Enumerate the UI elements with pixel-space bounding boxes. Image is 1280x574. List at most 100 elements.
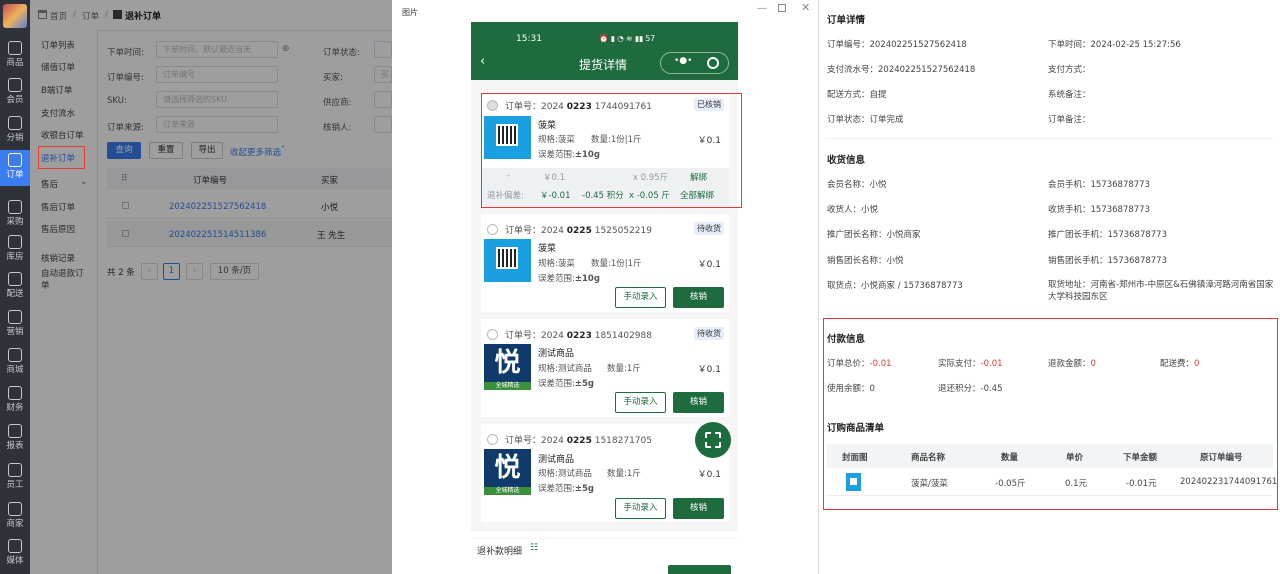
app-logo[interactable] [3, 4, 27, 28]
highlight-refund-menu [38, 146, 85, 169]
status-badge: 待收货 [694, 327, 724, 340]
marketing-icon [8, 310, 22, 324]
scan-button[interactable] [695, 422, 731, 458]
member-icon [8, 78, 22, 92]
pay-method-field: 支付方式： [1048, 65, 1091, 75]
distribution-icon [8, 116, 22, 130]
product-name: 菠菜 [538, 244, 557, 254]
target-icon[interactable] [707, 57, 719, 69]
pickup-card[interactable]: 订单号：2024 0225 1525052219 待收货 菠菜 规格:菠菜 数量… [481, 214, 729, 312]
product-image-text: 悦 [494, 348, 521, 378]
pickup-card[interactable]: 订单号：2024 0225 1518271705 悦全城精选 测试商品 规格:测… [481, 424, 729, 522]
member-phone-field: 会员手机：15736878773 [1048, 180, 1150, 190]
manual-entry-button[interactable]: 手动录入 [615, 392, 666, 413]
delivery-icon [8, 272, 22, 286]
nav-item-reports[interactable]: 报表 [0, 421, 30, 457]
nav-label: 媒体 [6, 556, 24, 566]
order-note-field: 订单备注： [1048, 115, 1091, 125]
nav-item-media[interactable]: 媒体 [0, 536, 30, 572]
promo-name-field: 推广团长名称：小悦商家 [827, 230, 921, 240]
nav-item-orders[interactable]: 订单 [0, 150, 30, 186]
sales-phone-field: 销售团长手机：15736878773 [1048, 256, 1167, 266]
nav-item-delivery[interactable]: 配送 [0, 269, 30, 305]
close-icon[interactable]: ✕ [801, 1, 810, 14]
product-name: 测试商品 [538, 349, 575, 359]
nav-item-distribution[interactable]: 分销 [0, 113, 30, 149]
nav-label: 库房 [6, 252, 24, 262]
pay-flow-field: 支付流水号：202402251527562418 [827, 65, 976, 75]
select-radio[interactable] [487, 224, 498, 235]
nav-label: 分销 [6, 133, 24, 143]
more-icon[interactable]: •●• [674, 56, 692, 66]
minimize-icon[interactable]: — [757, 3, 767, 14]
status-icons: ⏰ ▮ ◔ ≋ ▮▮ 57 [599, 34, 656, 43]
verify-button[interactable]: 核销 [673, 287, 724, 308]
range-label: 误差范围:±10g [538, 274, 600, 284]
order-time-field: 下单时间：2024-02-25 15:27:56 [1048, 40, 1181, 50]
status-badge: 待收货 [694, 222, 724, 235]
nav-item-merchant[interactable]: 商家 [0, 499, 30, 535]
product-image-strip: 全城精选 [484, 382, 531, 390]
product-image: 悦全城精选 [484, 449, 531, 495]
nav-label: 营销 [6, 327, 24, 337]
product-spec: 规格:测试商品 [538, 364, 592, 374]
section-receive-info: 收货信息 [827, 155, 866, 166]
highlight-payment-section [823, 318, 1278, 510]
product-price: ￥0.1 [697, 470, 721, 480]
nav-label: 商城 [6, 365, 24, 375]
product-image-strip: 全城精选 [484, 487, 531, 495]
scan-icon [705, 432, 721, 448]
staff-icon [8, 463, 22, 477]
verify-button[interactable]: 核销 [673, 498, 724, 519]
order-status-field: 订单状态：订单完成 [827, 115, 904, 125]
nav-item-member[interactable]: 会员 [0, 75, 30, 111]
product-spec: 规格:菠菜 [538, 259, 575, 269]
product-price: ￥0.1 [697, 260, 721, 270]
phone-title: 提货详情 [579, 58, 628, 72]
range-label: 误差范围:±5g [538, 379, 594, 389]
delivery-field: 配送方式：自提 [827, 90, 887, 100]
capsule-menu[interactable]: •●• [660, 52, 729, 74]
nav-item-mall[interactable]: 商城 [0, 345, 30, 381]
product-price: ￥0.1 [697, 365, 721, 375]
refund-detail-label[interactable]: 退补款明细 [477, 544, 522, 557]
sys-note-field: 系统备注： [1048, 90, 1091, 100]
manual-entry-button[interactable]: 手动录入 [615, 498, 666, 519]
nav-item-warehouse[interactable]: 库房 [0, 232, 30, 268]
nav-item-staff[interactable]: 员工 [0, 460, 30, 496]
list-icon: ☷ [530, 543, 539, 553]
reports-icon [8, 424, 22, 438]
select-radio[interactable] [487, 329, 498, 340]
pickup-card[interactable]: 订单号：2024 0223 1851402988 待收货 悦全城精选 测试商品 … [481, 319, 729, 417]
nav-label: 配送 [6, 289, 24, 299]
receiver-field: 收货人：小悦 [827, 205, 879, 215]
product-image-text: 悦 [494, 453, 521, 483]
bottom-action-button[interactable] [668, 565, 731, 574]
product-image [484, 239, 531, 282]
manual-entry-button[interactable]: 手动录入 [615, 287, 666, 308]
merchant-icon [8, 502, 22, 516]
purchase-icon [8, 200, 22, 214]
product-qty: 数量:1斤 [607, 469, 641, 479]
pickup-point-field: 取货点：小悦商家 / 15736878773 [827, 281, 963, 291]
product-qty: 数量:1份|1斤 [591, 259, 642, 269]
nav-item-marketing[interactable]: 营销 [0, 307, 30, 343]
modal-backdrop[interactable] [30, 0, 392, 574]
maximize-icon[interactable] [778, 4, 786, 12]
nav-label: 订单 [6, 170, 24, 180]
nav-label: 员工 [6, 480, 24, 490]
nav-item-purchase[interactable]: 采购 [0, 197, 30, 233]
mall-icon [8, 348, 22, 362]
media-icon [8, 539, 22, 553]
back-icon[interactable]: ‹ [480, 54, 485, 69]
nav-item-finance[interactable]: 财务 [0, 383, 30, 419]
member-name-field: 会员名称：小悦 [827, 180, 887, 190]
nav-label: 财务 [6, 403, 24, 413]
select-radio[interactable] [487, 434, 498, 445]
nav-label: 商品 [6, 58, 24, 68]
verify-button[interactable]: 核销 [673, 392, 724, 413]
range-label: 误差范围:±5g [538, 484, 594, 494]
nav-item-goods[interactable]: 商品 [0, 38, 30, 74]
promo-phone-field: 推广团长手机：15736878773 [1048, 230, 1167, 240]
nav-label: 商家 [6, 519, 24, 529]
